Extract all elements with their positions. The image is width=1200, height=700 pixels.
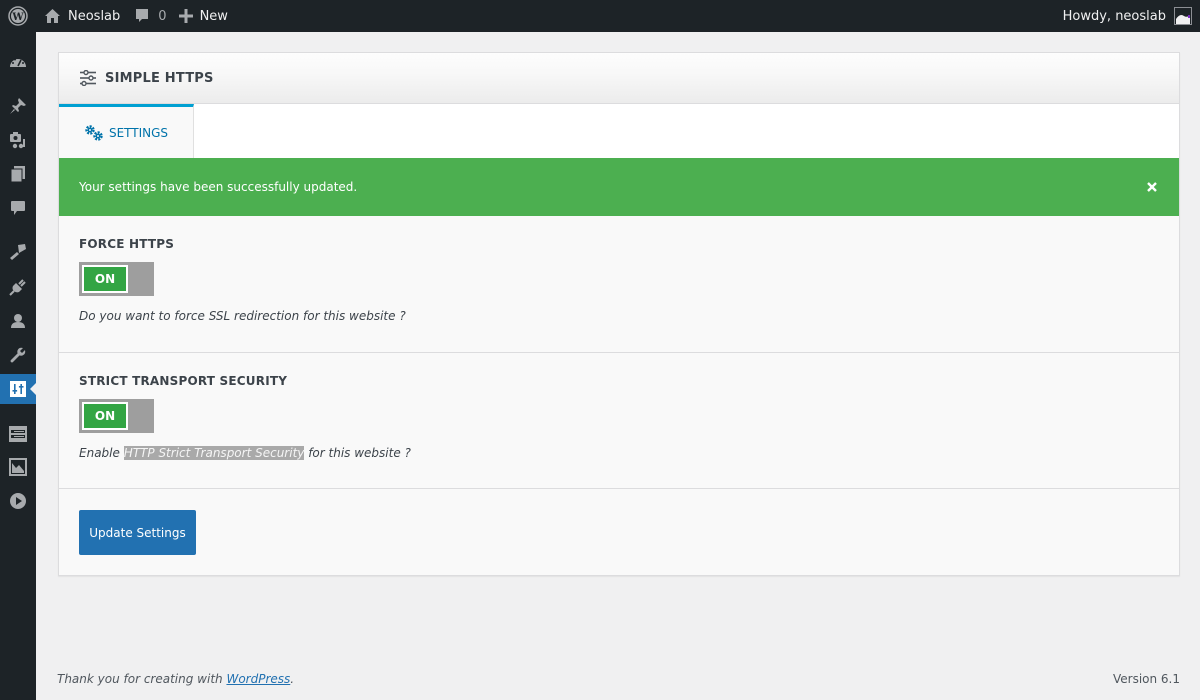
tab-settings-label: SETTINGS	[108, 125, 169, 140]
sidebar-item-posts[interactable]	[0, 91, 36, 121]
sidebar-item-appearance[interactable]	[0, 237, 36, 267]
sidebar-item-plugins[interactable]	[0, 272, 36, 302]
sidebar-item-pages[interactable]	[0, 159, 36, 189]
avatar	[1174, 7, 1192, 25]
submit-area: Update Settings	[59, 489, 1179, 555]
user-icon	[11, 314, 25, 328]
avatar-image-icon	[1176, 15, 1190, 24]
hsts-description: Enable HTTP Strict Transport Security fo…	[79, 446, 1159, 460]
new-label: New	[199, 8, 228, 24]
close-icon	[1147, 182, 1157, 192]
sidebar-item-media[interactable]	[0, 125, 36, 155]
comment-icon	[136, 9, 149, 22]
admin-bar: W Neoslab 0 New Howdy, neoslab	[0, 0, 1200, 32]
comment-icon	[11, 201, 25, 215]
hsts-desc-prefix: Enable	[79, 446, 124, 460]
new-content-menu[interactable]: New	[175, 0, 236, 32]
plus-icon	[178, 9, 193, 23]
sidebar-item-simple-https[interactable]	[0, 374, 36, 404]
sidebar-item-users[interactable]	[0, 306, 36, 336]
success-notice: Your settings have been successfully upd…	[59, 158, 1179, 216]
wordpress-menu[interactable]: W	[0, 0, 36, 32]
pin-icon	[10, 98, 26, 114]
dismiss-notice-button[interactable]	[1145, 180, 1159, 194]
force-https-label: FORCE HTTPS	[79, 237, 175, 251]
footer-version: Version 6.1	[1112, 672, 1180, 686]
tab-bar: SETTINGS	[59, 104, 1179, 158]
hsts-desc-suffix: for this website ?	[304, 446, 411, 460]
toggle-on-label: ON	[82, 402, 128, 430]
hsts-label: STRICT TRANSPORT SECURITY	[79, 374, 288, 388]
wordpress-logo-icon: W	[8, 6, 28, 26]
force-https-description: Do you want to force SSL redirection for…	[79, 309, 406, 323]
force-https-toggle[interactable]: ON	[79, 262, 154, 296]
plugin-icon	[9, 279, 26, 296]
footer-thanks-suffix: .	[290, 672, 295, 686]
sliders-icon	[10, 381, 26, 397]
image-icon	[9, 458, 27, 476]
panel-header: SIMPLE HTTPS	[59, 53, 1179, 104]
pages-icon	[10, 166, 25, 183]
media-icon	[10, 132, 25, 149]
footer-thanks-prefix: Thank you for creating with	[57, 672, 227, 686]
hsts-toggle[interactable]: ON	[79, 399, 154, 433]
sidebar-item-gallery[interactable]	[0, 452, 36, 482]
hsts-section: STRICT TRANSPORT SECURITY ON Enable HTTP…	[59, 353, 1179, 489]
gears-icon	[85, 124, 103, 141]
dashboard-icon	[10, 57, 26, 67]
admin-sidebar	[0, 32, 36, 700]
site-name: Neoslab	[68, 8, 121, 24]
toggle-on-label: ON	[82, 265, 128, 293]
paintbrush-icon	[10, 244, 26, 260]
tab-settings[interactable]: SETTINGS	[59, 104, 194, 158]
comments-count: 0	[158, 8, 167, 24]
sidebar-item-tools[interactable]	[0, 340, 36, 370]
wordpress-link[interactable]: WordPress	[226, 672, 290, 686]
account-menu[interactable]: Howdy, neoslab	[1063, 0, 1200, 32]
notice-text: Your settings have been successfully upd…	[79, 180, 358, 194]
comments-link[interactable]: 0	[128, 0, 174, 32]
wrench-icon	[10, 347, 26, 363]
greeting: Howdy, neoslab	[1062, 8, 1166, 24]
force-https-section: FORCE HTTPS ON Do you want to force SSL …	[59, 216, 1179, 353]
home-icon	[45, 9, 60, 23]
sliders-icon	[80, 70, 96, 86]
sidebar-item-forms[interactable]	[0, 419, 36, 449]
settings-panel: SIMPLE HTTPS SETTINGS Your settings have…	[58, 52, 1180, 576]
play-icon	[10, 493, 26, 509]
panel-title: SIMPLE HTTPS	[105, 70, 214, 86]
sidebar-item-video[interactable]	[0, 486, 36, 516]
list-icon	[9, 426, 27, 442]
sidebar-item-comments[interactable]	[0, 193, 36, 223]
svg-text:W: W	[11, 12, 24, 23]
site-name-link[interactable]: Neoslab	[36, 0, 128, 32]
hsts-desc-highlight: HTTP Strict Transport Security	[123, 446, 305, 460]
footer-thanks: Thank you for creating with WordPress.	[57, 672, 294, 686]
sidebar-item-dashboard[interactable]	[0, 46, 36, 76]
update-settings-button[interactable]: Update Settings	[79, 510, 196, 555]
